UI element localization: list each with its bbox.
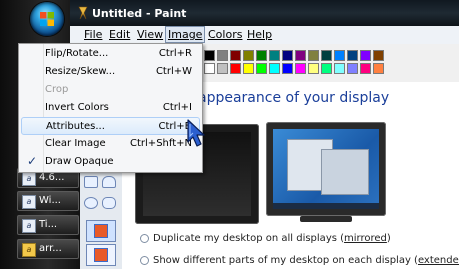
window-title: Untitled - Paint [92,7,187,20]
page-heading: appearance of your display [198,90,390,106]
taskbar-item-label: arr... [39,243,62,254]
select-tool-icon[interactable] [84,176,98,188]
ellipse-tool-icon[interactable] [84,197,98,209]
monitor-stand [300,216,352,222]
palette-swatch[interactable] [347,63,358,74]
palette-swatch[interactable] [230,63,241,74]
palette-swatch[interactable] [282,50,293,61]
palette-swatch[interactable] [230,50,241,61]
menu-item-attributes[interactable]: Attributes... Ctrl+E [21,117,200,135]
palette-swatch[interactable] [360,50,371,61]
option-mirrored[interactable]: Duplicate my desktop on all displays (mi… [140,233,391,244]
palette-swatch[interactable] [360,63,371,74]
palette-swatch[interactable] [321,63,332,74]
taskbar-item-label: Wi... [39,195,61,206]
menu-help[interactable]: Help [245,26,274,43]
menu-item-resize-skew[interactable]: Resize/Skew... Ctrl+W [21,63,200,81]
paint-app-icon [78,6,88,20]
polygon-tool-icon[interactable] [102,176,116,188]
palette-swatch[interactable] [347,50,358,61]
option-extended[interactable]: Show different parts of my desktop on ea… [140,255,459,266]
menu-colors[interactable]: Colors [206,26,244,43]
taskbar-item-label: 4.6... [39,172,65,183]
menu-item-crop: Crop [45,84,69,95]
palette-swatch[interactable] [373,63,384,74]
document-icon: a [22,172,36,186]
taskbar-item[interactable]: a arr... [17,239,79,259]
image-menu-dropdown: Flip/Rotate... Ctrl+R Resize/Skew... Ctrl+… [18,43,203,173]
palette-swatch[interactable] [269,63,280,74]
palette-swatch[interactable] [373,50,384,61]
fill-style-transparent-icon[interactable] [86,244,116,266]
palette-swatch[interactable] [256,63,267,74]
palette-swatch[interactable] [295,50,306,61]
taskbar-item-label: Ti... [39,219,58,230]
checkmark-icon: ✓ [27,154,38,168]
monitor-2-image [266,122,386,216]
start-button[interactable] [30,2,64,36]
palette-swatch[interactable] [217,63,228,74]
palette-swatch[interactable] [308,63,319,74]
menu-item-invert-colors[interactable]: Invert Colors Ctrl+I [21,99,200,117]
menu-image[interactable]: Image [165,26,206,43]
radio-button[interactable] [140,233,149,243]
menu-view[interactable]: View [135,26,165,43]
palette-swatch[interactable] [204,63,215,74]
palette-swatch[interactable] [308,50,319,61]
palette-swatch[interactable] [243,63,254,74]
palette-swatch[interactable] [334,50,345,61]
menu-item-clear-image[interactable]: Clear Image Ctrl+Shft+N [21,135,200,153]
palette-swatch[interactable] [243,50,254,61]
menu-item-draw-opaque[interactable]: ✓ Draw Opaque [21,153,200,171]
taskbar-item[interactable]: a Ti... [17,215,79,235]
menu-item-flip-rotate[interactable]: Flip/Rotate... Ctrl+R [21,45,200,63]
fill-style-opaque-icon[interactable] [86,220,116,242]
palette-swatch[interactable] [217,50,228,61]
document-icon: a [22,195,36,209]
rounded-rect-tool-icon[interactable] [102,197,116,209]
taskbar-item[interactable]: a Wi... [17,191,79,211]
windows-logo-icon [40,12,54,26]
radio-button[interactable] [140,255,149,265]
menu-edit[interactable]: Edit [107,26,132,43]
palette-swatch[interactable] [295,63,306,74]
document-icon: a [22,243,36,257]
menu-file[interactable]: File [82,26,104,43]
palette-swatch[interactable] [256,50,267,61]
palette-swatch[interactable] [334,63,345,74]
document-icon: a [22,219,36,233]
mouse-cursor-icon [187,119,205,147]
palette-swatch[interactable] [269,50,280,61]
palette-swatch[interactable] [321,50,332,61]
palette-swatch[interactable] [204,50,215,61]
palette-swatch[interactable] [282,63,293,74]
